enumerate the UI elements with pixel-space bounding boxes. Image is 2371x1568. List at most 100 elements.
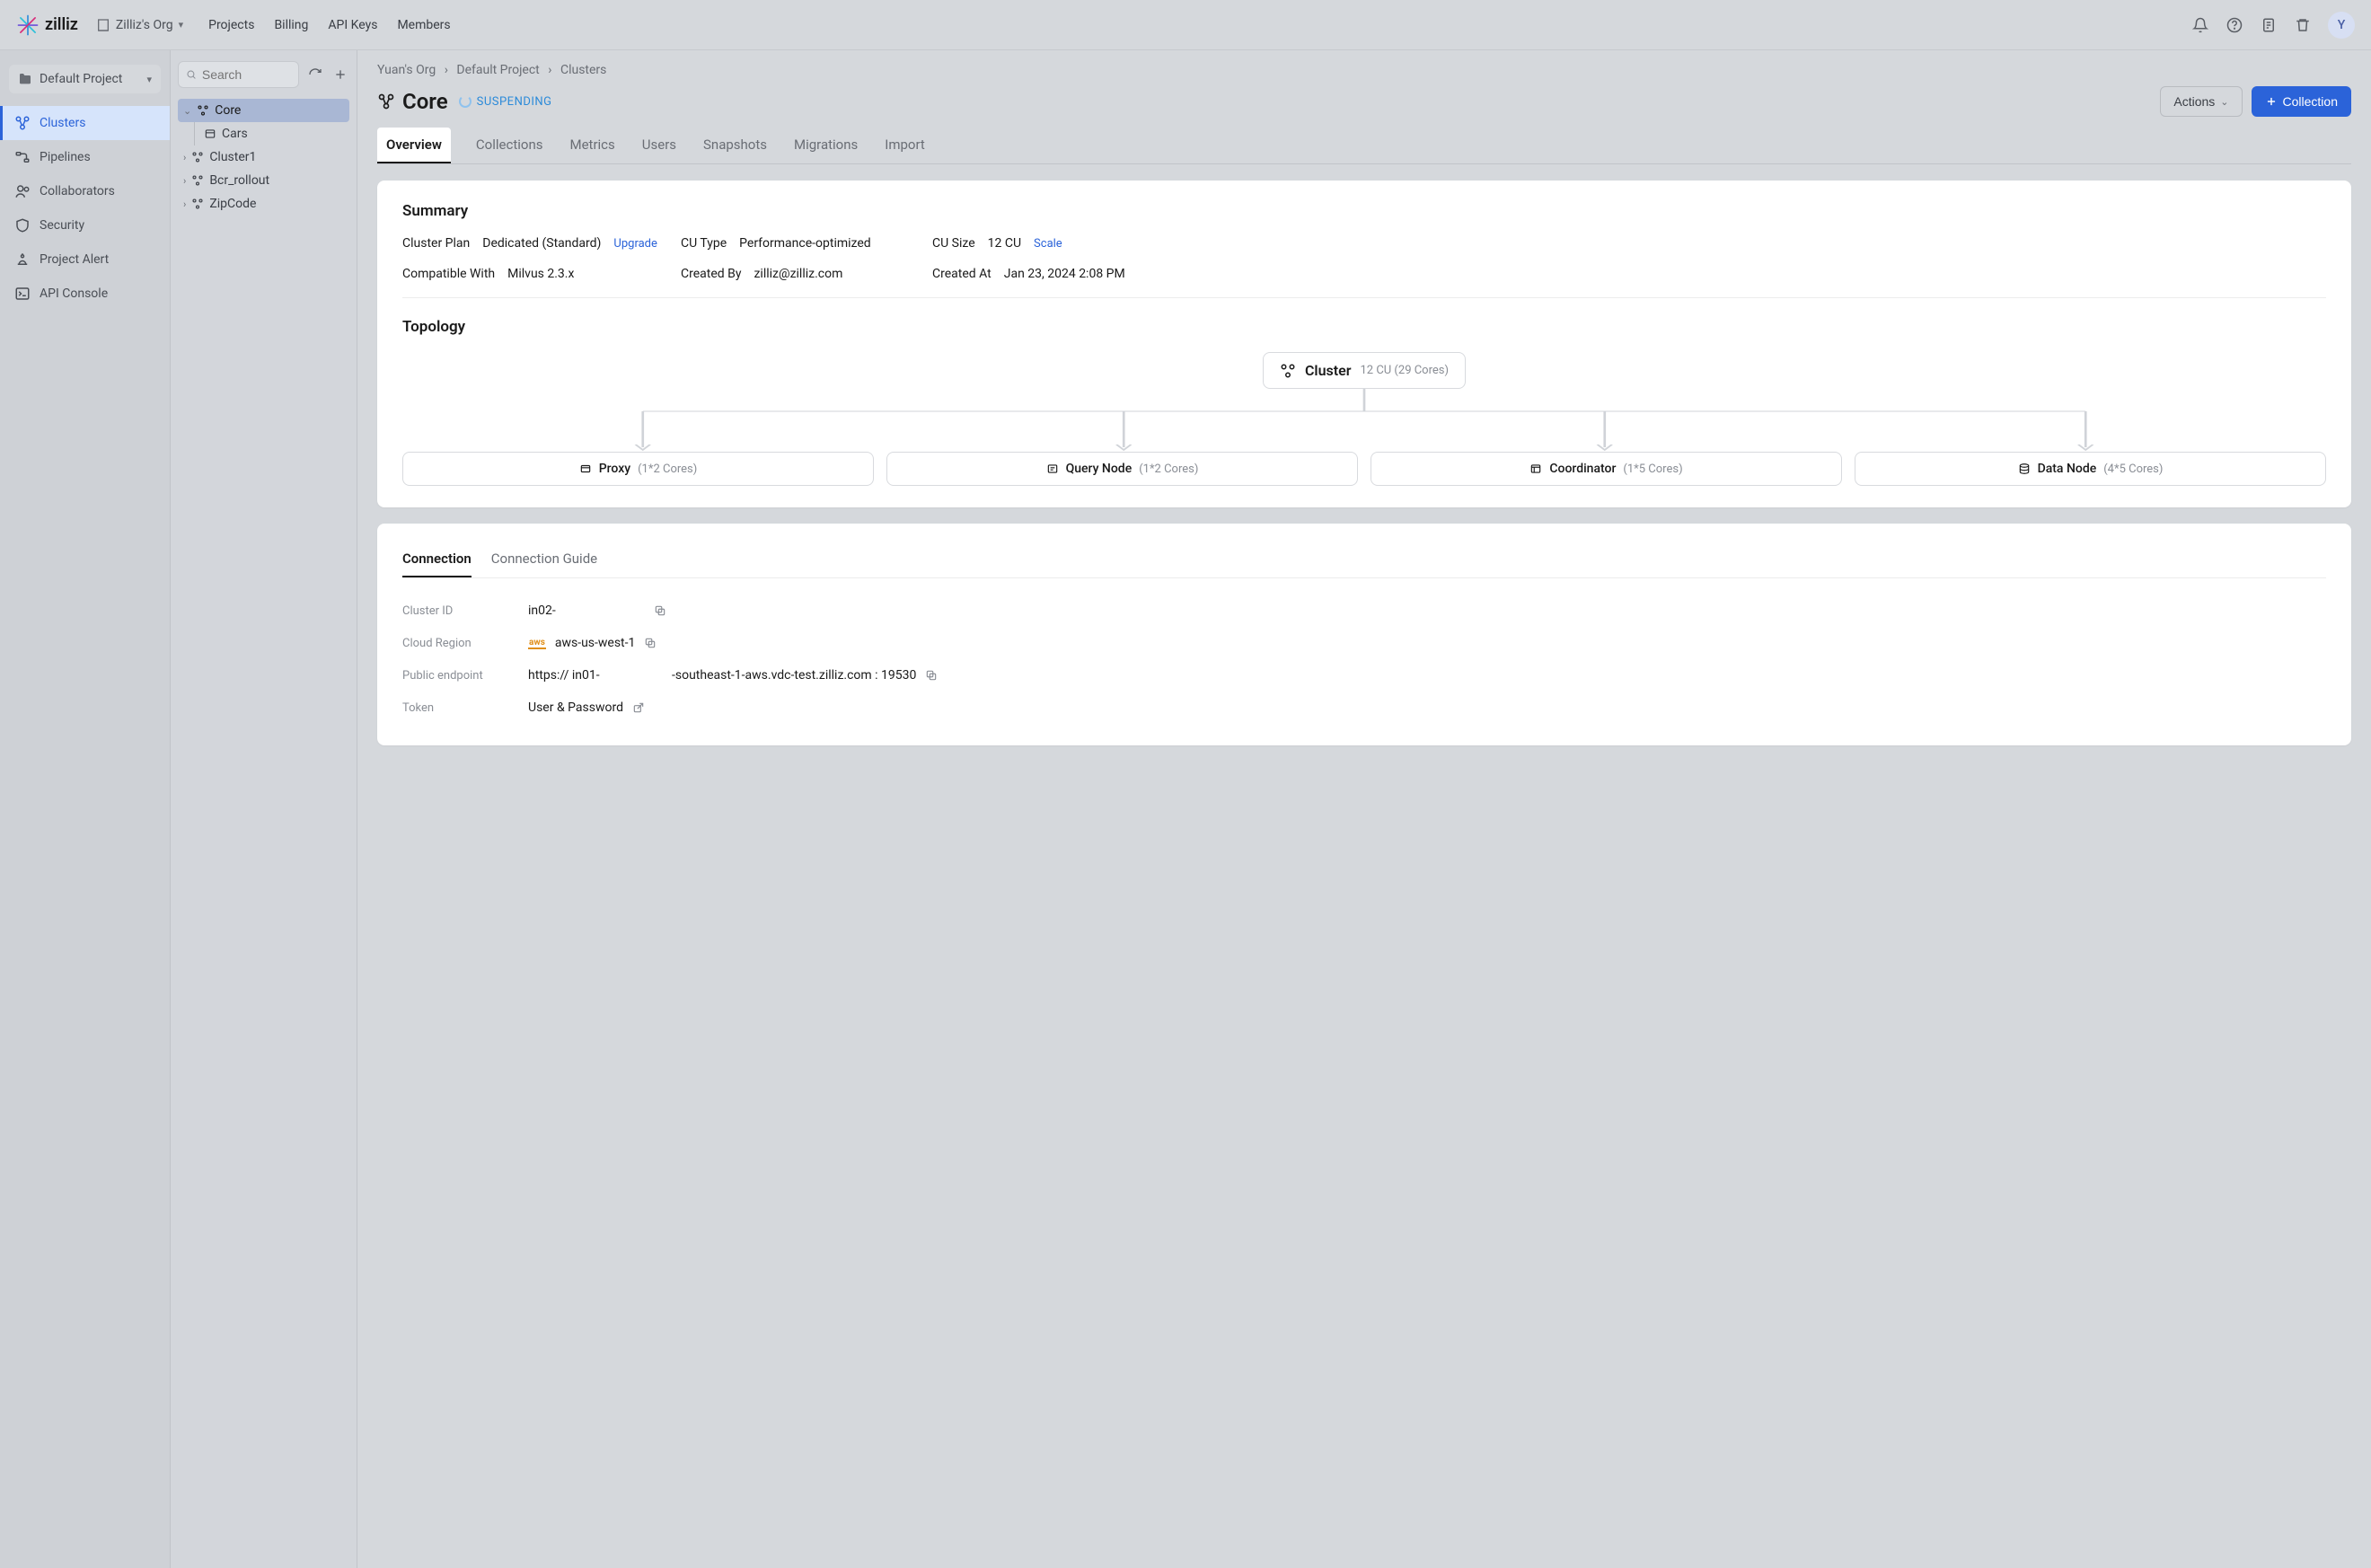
sidebar-item-project-alert[interactable]: Project Alert [0, 242, 170, 277]
nav-members[interactable]: Members [397, 18, 450, 32]
chevron-down-icon: ⌄ [2220, 96, 2228, 108]
tab-users[interactable]: Users [640, 128, 678, 163]
collection-icon [204, 128, 216, 140]
project-selector[interactable]: Default Project ▾ [9, 65, 161, 93]
cluster-id-value: in02- [528, 603, 645, 618]
cluster-id-label: Cluster ID [402, 604, 510, 618]
tree-node-zipcode[interactable]: › ZipCode [178, 192, 349, 216]
building-icon [96, 18, 110, 32]
endpoint-suffix: -southeast-1-aws.vdc-test.zilliz.com : 1… [672, 668, 916, 683]
topbar: zilliz Zilliz's Org ▾ Projects Billing A… [0, 0, 2371, 50]
org-selector[interactable]: Zilliz's Org ▾ [96, 18, 183, 32]
topnav: Projects Billing API Keys Members [208, 18, 451, 32]
external-link-icon[interactable] [632, 701, 645, 714]
conn-tab-guide[interactable]: Connection Guide [491, 545, 597, 577]
plus-icon [2265, 95, 2278, 108]
tree-leaf-cars[interactable]: Cars [195, 122, 349, 145]
cluster-icon [377, 92, 395, 110]
sidebar-item-label: Collaborators [40, 184, 115, 198]
tab-snapshots[interactable]: Snapshots [701, 128, 769, 163]
plan-label: Cluster Plan [402, 236, 470, 251]
help-icon[interactable] [2226, 16, 2243, 34]
sidebar-primary: Default Project ▾ Clusters Pipelines Col… [0, 50, 171, 1568]
logo[interactable]: zilliz [16, 13, 78, 37]
status-badge: SUSPENDING [459, 95, 552, 109]
coordinator-icon [1529, 462, 1542, 475]
alert-icon [14, 251, 31, 268]
notifications-icon[interactable] [2191, 16, 2209, 34]
sidebar-item-security[interactable]: Security [0, 208, 170, 242]
breadcrumb-project[interactable]: Default Project [456, 63, 539, 77]
main-content: Yuan's Org › Default Project › Clusters … [357, 50, 2371, 1568]
tree-node-core[interactable]: ⌄ Core [178, 99, 349, 122]
database-icon [2018, 462, 2031, 475]
spinner-icon [459, 95, 472, 108]
sidebar-item-collaborators[interactable]: Collaborators [0, 174, 170, 208]
sidebar-item-clusters[interactable]: Clusters [0, 106, 170, 140]
actions-dropdown[interactable]: Actions ⌄ [2160, 86, 2242, 117]
copy-icon[interactable] [644, 637, 657, 649]
breadcrumb-clusters[interactable]: Clusters [560, 63, 606, 77]
search-input[interactable] [202, 67, 291, 82]
cluster-icon [191, 174, 204, 187]
sidebar-item-label: Clusters [40, 116, 85, 130]
tab-import[interactable]: Import [883, 128, 927, 163]
brand-text: zilliz [45, 15, 78, 34]
nav-billing[interactable]: Billing [274, 18, 308, 32]
topology-connector [402, 389, 2326, 452]
chevron-down-icon: ▾ [146, 74, 152, 85]
created-at-label: Created At [932, 267, 992, 281]
conn-tab-connection[interactable]: Connection [402, 545, 472, 577]
token-value: User & Password [528, 700, 623, 715]
project-name: Default Project [40, 72, 122, 86]
avatar[interactable]: Y [2328, 12, 2355, 39]
tab-migrations[interactable]: Migrations [792, 128, 859, 163]
endpoint-prefix: https:// in01- [528, 668, 663, 683]
tree-node-cluster1[interactable]: › Cluster1 [178, 145, 349, 169]
copy-icon[interactable] [654, 604, 666, 617]
nav-projects[interactable]: Projects [208, 18, 254, 32]
tab-overview[interactable]: Overview [377, 128, 451, 163]
cluster-icon [191, 198, 204, 210]
plan-value: Dedicated (Standard) [482, 236, 601, 251]
cluster-icon [197, 104, 209, 117]
copy-icon[interactable] [925, 669, 938, 682]
topology-leaf-data: Data Node (4*5 Cores) [1855, 452, 2326, 486]
scale-link[interactable]: Scale [1034, 237, 1062, 251]
endpoint-label: Public endpoint [402, 669, 510, 683]
aws-provider-badge: aws [528, 638, 546, 649]
sidebar-item-pipelines[interactable]: Pipelines [0, 140, 170, 174]
sidebar-item-label: Pipelines [40, 150, 91, 164]
docs-icon[interactable] [2260, 16, 2278, 34]
region-label: Cloud Region [402, 637, 510, 650]
cu-size-value: 12 CU [988, 236, 1021, 251]
tab-collections[interactable]: Collections [474, 128, 545, 163]
cluster-icon [191, 151, 204, 163]
add-collection-button[interactable]: Collection [2252, 86, 2351, 117]
topology-leaf-proxy: Proxy (1*2 Cores) [402, 452, 874, 486]
chevron-right-icon: › [183, 198, 186, 210]
sidebar-item-api-console[interactable]: API Console [0, 277, 170, 311]
sidebar-item-label: Security [40, 218, 84, 233]
sidebar-secondary: ⌄ Core Cars › Cluster1 › [171, 50, 357, 1568]
add-icon[interactable] [331, 66, 349, 84]
breadcrumb: Yuan's Org › Default Project › Clusters [377, 63, 2351, 77]
page-title: Core [377, 89, 448, 114]
cu-size-label: CU Size [932, 236, 975, 251]
nav-api-keys[interactable]: API Keys [328, 18, 377, 32]
org-name: Zilliz's Org [116, 18, 173, 32]
search-box[interactable] [178, 61, 299, 88]
shield-icon [14, 217, 31, 233]
trash-icon[interactable] [2294, 16, 2312, 34]
breadcrumb-org[interactable]: Yuan's Org [377, 63, 436, 77]
pipelines-icon [14, 149, 31, 165]
upgrade-link[interactable]: Upgrade [613, 237, 657, 251]
created-at-value: Jan 23, 2024 2:08 PM [1004, 267, 1125, 281]
refresh-icon[interactable] [306, 66, 324, 84]
topology-root: Cluster 12 CU (29 Cores) [1263, 352, 1466, 389]
created-by-label: Created By [681, 267, 741, 281]
tab-metrics[interactable]: Metrics [568, 128, 616, 163]
tree-node-bcr-rollout[interactable]: › Bcr_rollout [178, 169, 349, 192]
zilliz-logo-icon [16, 13, 40, 37]
console-icon [14, 286, 31, 302]
